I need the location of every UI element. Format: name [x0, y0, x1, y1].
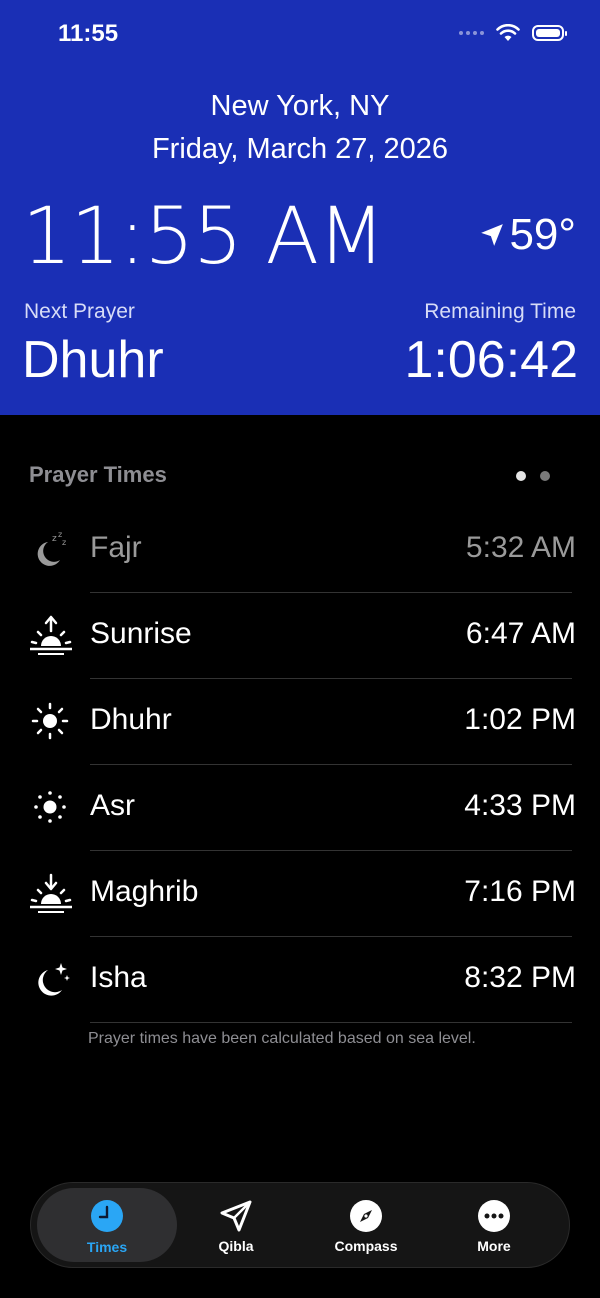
wifi-icon [496, 24, 520, 41]
compass-icon [350, 1200, 382, 1232]
tab-label: More [477, 1238, 511, 1254]
next-prayer-name: Dhuhr [22, 331, 164, 389]
prayer-time: 7:16 PM [464, 875, 576, 908]
tab-more[interactable]: More [429, 1183, 559, 1267]
prayer-row-isha[interactable]: Isha 8:32 PM [0, 937, 600, 1023]
prayer-row-dhuhr[interactable]: Dhuhr 1:02 PM [0, 679, 600, 765]
prayer-row-asr[interactable]: Asr 4:33 PM [0, 765, 600, 851]
prayer-row-fajr[interactable]: z z z Fajr 5:32 AM [0, 507, 600, 593]
prayer-time: 6:47 AM [465, 617, 576, 650]
signal-icon [459, 31, 484, 35]
page-dot-1[interactable] [516, 471, 526, 481]
prayer-time: 1:02 PM [464, 703, 576, 736]
tab-label: Times [86, 1239, 128, 1255]
current-date: Friday, March 27, 2026 [151, 133, 449, 165]
prayer-time: 5:32 AM [465, 531, 576, 564]
tab-bar: Times Qibla Compass More [30, 1182, 570, 1268]
header-panel: 11:55 New York, NY Friday, March 27, 202… [0, 0, 600, 415]
prayer-row-maghrib[interactable]: Maghrib 7:16 PM [0, 851, 600, 937]
location-arrow-icon [220, 1200, 252, 1232]
sunset-icon [30, 873, 72, 913]
prayer-time: 8:32 PM [464, 961, 576, 994]
page-indicator[interactable] [516, 471, 550, 481]
svg-text:z: z [52, 534, 57, 544]
location-arrow-icon [481, 224, 504, 246]
moon-stars-icon [38, 963, 70, 996]
moon-sleep-icon: z z z [37, 530, 66, 566]
next-prayer-label: Next Prayer [24, 300, 135, 323]
remaining-time-label: Remaining Time [424, 300, 576, 323]
temperature: 59° [509, 210, 576, 259]
page-dot-2[interactable] [540, 471, 550, 481]
prayer-row-sunrise[interactable]: Sunrise 6:47 AM [0, 593, 600, 679]
svg-text:z: z [62, 538, 66, 547]
city-name[interactable]: New York, NY [0, 90, 600, 123]
sun-small-icon [34, 791, 66, 823]
divider [90, 1022, 572, 1023]
prayer-name: Maghrib [90, 875, 199, 908]
sun-icon [31, 702, 69, 740]
prayer-name: Dhuhr [90, 703, 172, 736]
prayer-times-title: Prayer Times [29, 462, 167, 487]
battery-icon [532, 25, 567, 41]
status-icons [459, 24, 567, 42]
prayer-name: Isha [90, 961, 147, 994]
prayer-name: Fajr [90, 531, 142, 564]
clock-icon [91, 1200, 123, 1232]
status-time: 11:55 [58, 20, 119, 47]
tab-compass[interactable]: Compass [301, 1183, 431, 1267]
more-icon [478, 1200, 510, 1232]
sunrise-icon [30, 615, 72, 655]
weather: 59° [479, 210, 576, 260]
prayer-name: Sunrise [90, 617, 192, 650]
tab-label: Compass [334, 1238, 398, 1254]
tab-qibla[interactable]: Qibla [171, 1183, 301, 1267]
prayer-time: 4:33 PM [464, 789, 576, 822]
prayer-name: Asr [90, 789, 135, 822]
tab-times[interactable]: Times [37, 1188, 177, 1262]
remaining-time-value: 1:06:42 [404, 331, 579, 389]
sea-level-footnote: Prayer times have been calculated based … [88, 1030, 476, 1047]
tab-label: Qibla [218, 1238, 254, 1254]
current-clock: 11:55 AM [22, 192, 385, 282]
